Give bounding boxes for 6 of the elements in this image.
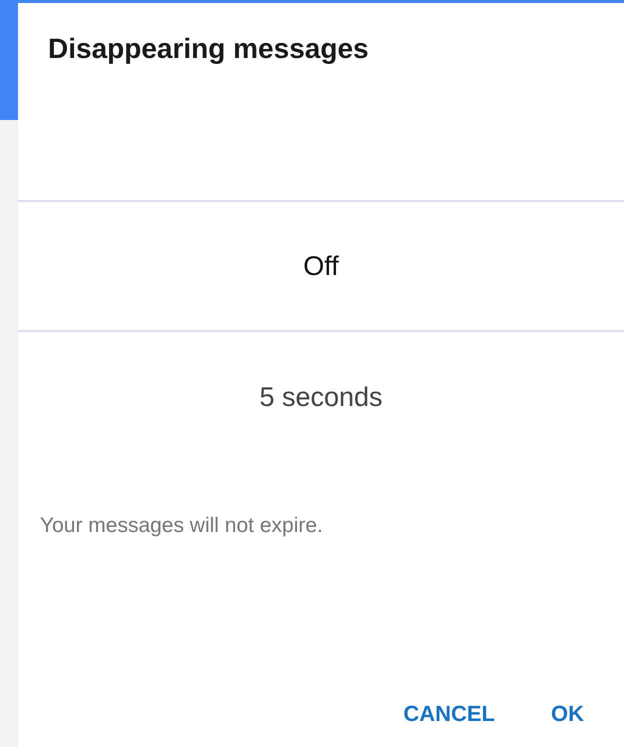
dialog-button[interactable]: CANCEL xyxy=(385,689,513,739)
message-text: Your messages will not expire. xyxy=(40,514,323,538)
dialog-button[interactable]: OK xyxy=(533,689,602,739)
picker-option[interactable]: Off xyxy=(303,250,339,282)
dialog-title: Disappearing messages xyxy=(47,32,369,66)
picker-option[interactable]: 5 seconds xyxy=(259,382,383,412)
